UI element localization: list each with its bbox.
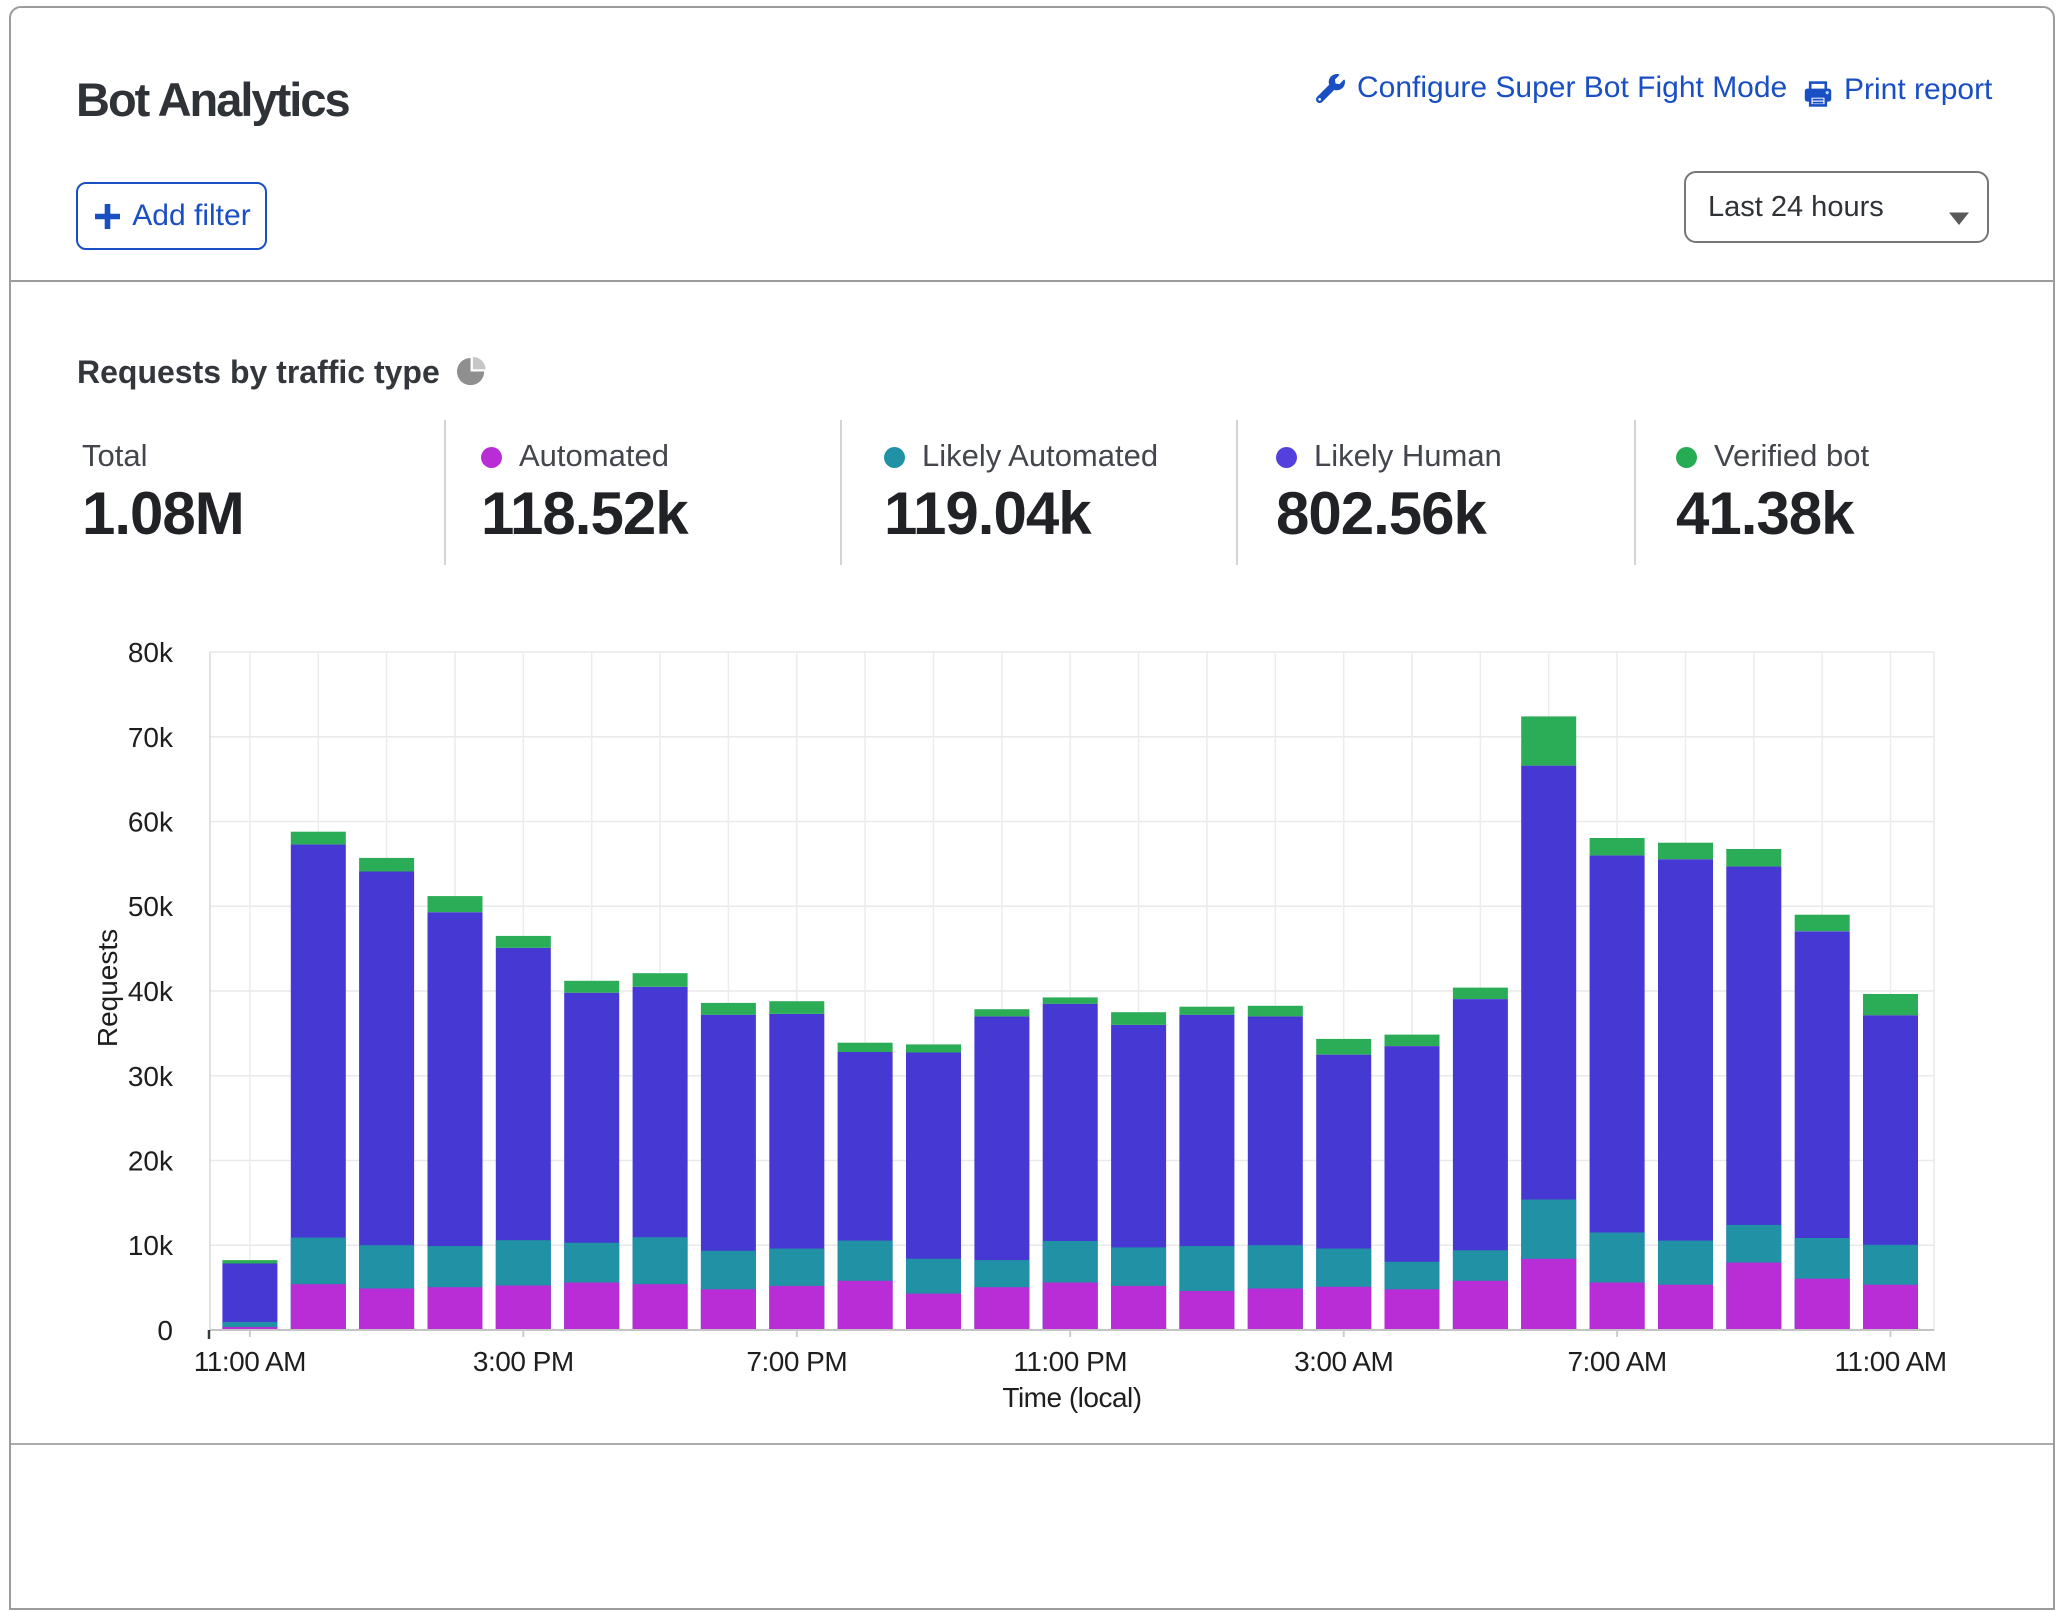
svg-text:11:00 AM: 11:00 AM <box>1834 1346 1946 1377</box>
svg-text:7:00 PM: 7:00 PM <box>746 1346 847 1377</box>
svg-text:Time (local): Time (local) <box>1002 1382 1141 1413</box>
svg-text:30k: 30k <box>128 1061 174 1092</box>
svg-text:60k: 60k <box>128 807 174 838</box>
svg-text:Requests: Requests <box>92 929 123 1047</box>
svg-text:11:00 PM: 11:00 PM <box>1013 1346 1127 1377</box>
svg-text:40k: 40k <box>128 976 174 1007</box>
svg-text:80k: 80k <box>128 637 174 668</box>
svg-text:3:00 AM: 3:00 AM <box>1294 1346 1393 1377</box>
svg-text:3:00 PM: 3:00 PM <box>473 1346 574 1377</box>
svg-text:50k: 50k <box>128 891 174 922</box>
svg-text:11:00 AM: 11:00 AM <box>194 1346 306 1377</box>
svg-text:70k: 70k <box>128 722 174 753</box>
svg-text:0: 0 <box>157 1315 173 1346</box>
svg-text:10k: 10k <box>128 1230 174 1261</box>
svg-text:7:00 AM: 7:00 AM <box>1567 1346 1666 1377</box>
svg-text:20k: 20k <box>128 1146 174 1177</box>
